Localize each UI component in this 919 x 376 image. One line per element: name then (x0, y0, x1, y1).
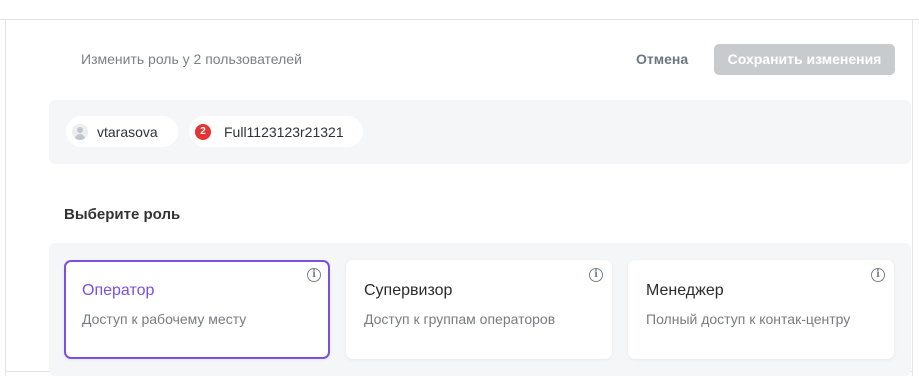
role-card-operator[interactable]: Оператор Доступ к рабочему месту i (64, 260, 330, 359)
role-name: Супервизор (364, 282, 453, 299)
role-description: Доступ к рабочему месту (82, 311, 247, 327)
cancel-button[interactable]: Отмена (636, 49, 688, 69)
user-chip-name: Full1123123r21321 (224, 123, 344, 140)
role-name: Менеджер (646, 282, 724, 299)
user-chip[interactable]: 2 Full1123123r21321 (189, 116, 363, 147)
notification-badge: 2 (195, 123, 211, 140)
window-left-border (5, 20, 6, 376)
role-description: Полный доступ к контак-центру (646, 311, 851, 327)
save-changes-button[interactable]: Сохранить изменения (714, 44, 895, 75)
roles-panel: Оператор Доступ к рабочему месту i Супер… (49, 243, 911, 376)
user-chip[interactable]: vtarasova (66, 116, 178, 147)
dialog-title: Изменить роль у 2 пользователей (81, 51, 302, 67)
info-icon[interactable]: i (307, 268, 321, 282)
user-chip-name: vtarasova (97, 123, 158, 140)
selected-users-panel: vtarasova 2 Full1123123r21321 (49, 100, 911, 164)
role-name: Оператор (82, 282, 155, 299)
choose-role-heading: Выберите роль (64, 206, 181, 223)
role-card-manager[interactable]: Менеджер Полный доступ к контак-центру i (628, 260, 894, 359)
role-card-supervisor[interactable]: Супервизор Доступ к группам операторов i (346, 260, 612, 359)
avatar-placeholder-icon (72, 123, 88, 140)
window-top-border (0, 19, 919, 20)
role-description: Доступ к группам операторов (364, 311, 556, 327)
window-right-border (912, 20, 913, 376)
info-icon[interactable]: i (589, 268, 603, 282)
info-icon[interactable]: i (871, 268, 885, 282)
